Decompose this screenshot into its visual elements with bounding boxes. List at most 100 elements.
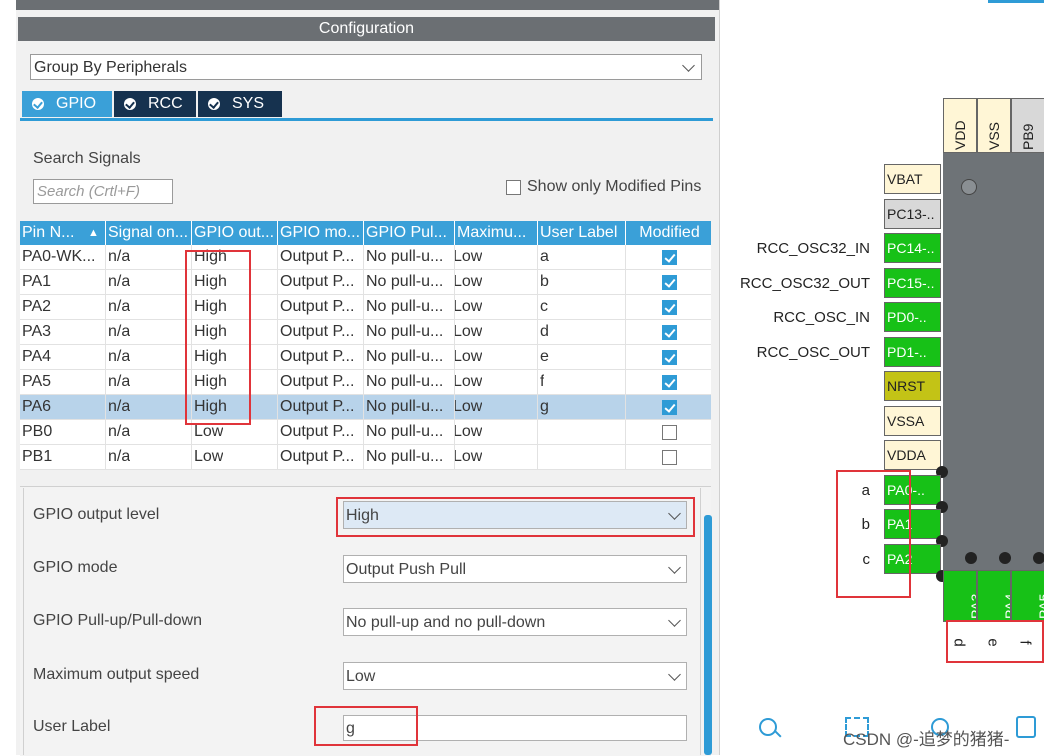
table-row[interactable]: PB0 n/a Low Output P... No pull-u... Low [20, 420, 711, 445]
table-cell-speed: Low [453, 248, 483, 265]
tab-sys[interactable]: SYS [198, 91, 282, 117]
modified-checkbox[interactable] [662, 450, 677, 465]
max-speed-select[interactable]: Low [343, 662, 687, 690]
modified-checkbox[interactable] [662, 275, 677, 290]
pin-left-6[interactable]: NRST [884, 371, 941, 401]
column-header-gpio-mode[interactable]: GPIO mo... [278, 221, 364, 245]
table-row[interactable]: PA4 n/a High Output P... No pull-u... Low e [20, 345, 711, 370]
properties-scrollbar[interactable] [704, 515, 712, 755]
pin-label: PB9 [1020, 123, 1036, 150]
gpio-mode-value: Output Push Pull [346, 561, 467, 578]
column-header-user-label[interactable]: User Label [538, 221, 626, 245]
column-header-gpio-output[interactable]: GPIO out... [192, 221, 278, 245]
table-cell-pin: PB0 [22, 423, 53, 440]
table-cell-pull: No pull-u... [366, 423, 444, 440]
table-cell-speed: Low [453, 348, 483, 365]
table-row[interactable]: PA2 n/a High Output P... No pull-u... Low c [20, 295, 711, 320]
show-modified-checkbox[interactable] [506, 180, 521, 195]
pull-select[interactable]: No pull-up and no pull-down [343, 608, 687, 636]
table-cell-pin: PA2 [22, 298, 52, 315]
pin-label: PA3 [968, 593, 977, 619]
pin-left-8[interactable]: VDDA [884, 440, 941, 470]
table-cell-mode: Output P... [280, 298, 355, 315]
pin-bottom-1[interactable]: PA4 [977, 570, 1011, 622]
group-by-value: Group By Peripherals [34, 59, 187, 76]
pin-lock-icon [1033, 552, 1044, 564]
column-header-modified[interactable]: Modified [626, 221, 711, 245]
zoom-in-icon[interactable] [759, 718, 777, 736]
pin-left-3[interactable]: PC15-.. [884, 267, 941, 298]
user-label-label: User Label [33, 718, 111, 735]
highlight-box-output-column [185, 250, 251, 425]
pin-label: VSS [986, 121, 1002, 150]
column-header-pin[interactable]: Pin N... ▲ [20, 221, 106, 245]
table-row[interactable]: PA0-WK... n/a High Output P... No pull-u... L… [20, 245, 711, 270]
modified-checkbox[interactable] [662, 300, 677, 315]
table-cell-pull: No pull-u... [366, 298, 444, 315]
column-header-signal[interactable]: Signal on... [106, 221, 192, 245]
table-cell-mode: Output P... [280, 423, 355, 440]
check-circle-icon [208, 98, 220, 110]
output-level-label: GPIO output level [33, 506, 160, 523]
table-row[interactable]: PA6 n/a High Output P... No pull-u... Low g [20, 395, 711, 420]
table-cell-speed: Low [453, 373, 483, 390]
column-divider [537, 245, 538, 470]
modified-checkbox[interactable] [662, 350, 677, 365]
table-row[interactable]: PA1 n/a High Output P... No pull-u... Low b [20, 270, 711, 295]
pin-top-vdd[interactable]: VDD [943, 98, 977, 153]
table-cell-pull: No pull-u... [366, 323, 444, 340]
gpio-mode-select[interactable]: Output Push Pull [343, 555, 687, 583]
tabs-underline [20, 118, 713, 121]
column-divider [363, 245, 364, 470]
column-divider [454, 245, 455, 470]
pin-bottom-0[interactable]: PA3 [943, 570, 977, 622]
pin-bottom-2[interactable]: PA5 [1011, 570, 1044, 622]
table-cell-pull: No pull-u... [366, 273, 444, 290]
table-row[interactable]: PA3 n/a High Output P... No pull-u... Low d [20, 320, 711, 345]
table-cell-speed: Low [453, 398, 483, 415]
pin-left-0[interactable]: VBAT [884, 164, 941, 194]
table-cell-mode: Output P... [280, 323, 355, 340]
table-cell-speed: Low [453, 448, 483, 465]
group-by-select[interactable]: Group By Peripherals [30, 54, 702, 80]
table-cell-signal: n/a [108, 273, 131, 290]
modified-checkbox[interactable] [662, 250, 677, 265]
pin-label: PA5 [1036, 593, 1044, 619]
tab-gpio[interactable]: GPIO [22, 91, 112, 117]
column-header-gpio-pull[interactable]: GPIO Pul... [364, 221, 455, 245]
modified-checkbox[interactable] [662, 325, 677, 340]
search-input[interactable]: Search (Crtl+F) [33, 179, 173, 204]
column-header-max-speed[interactable]: Maximu... [455, 221, 538, 245]
table-cell-pin: PA0-WK... [22, 248, 96, 265]
pin-left-2[interactable]: PC14-.. [884, 233, 941, 263]
pin-left-5[interactable]: PD1-.. [884, 336, 941, 367]
table-cell-out: Low [194, 423, 224, 440]
show-modified-label: Show only Modified Pins [527, 178, 702, 195]
pin-left-4[interactable]: PD0-.. [884, 302, 941, 332]
column-header-label: Pin N... [22, 224, 75, 241]
column-divider [277, 245, 278, 470]
modified-checkbox[interactable] [662, 375, 677, 390]
max-speed-value: Low [346, 668, 376, 685]
pin-top-pb9[interactable]: PB9 [1011, 98, 1044, 153]
table-cell-label: g [540, 398, 549, 415]
pin-left-1[interactable]: PC13-.. [884, 198, 941, 229]
table-cell-pull: No pull-u... [366, 398, 444, 415]
zoom-in-handle [774, 730, 782, 738]
column-divider [625, 245, 626, 470]
table-cell-mode: Output P... [280, 448, 355, 465]
pin-top-vss[interactable]: VSS [977, 98, 1011, 153]
table-cell-pull: No pull-u... [366, 348, 444, 365]
pin-left-7[interactable]: VSSA [884, 405, 941, 436]
modified-checkbox[interactable] [662, 400, 677, 415]
rotate-icon[interactable] [1016, 716, 1036, 738]
modified-checkbox[interactable] [662, 425, 677, 440]
table-row[interactable]: PA5 n/a High Output P... No pull-u... Low f [20, 370, 711, 395]
tab-rcc[interactable]: RCC [114, 91, 196, 117]
table-row[interactable]: PB1 n/a Low Output P... No pull-u... Low [20, 445, 711, 470]
check-circle-icon [124, 98, 136, 110]
table-cell-pin: PA4 [22, 348, 52, 365]
max-speed-label: Maximum output speed [33, 666, 200, 683]
pin-signal-label: RCC_OSC32_OUT [739, 274, 870, 292]
chevron-down-icon [668, 668, 681, 681]
